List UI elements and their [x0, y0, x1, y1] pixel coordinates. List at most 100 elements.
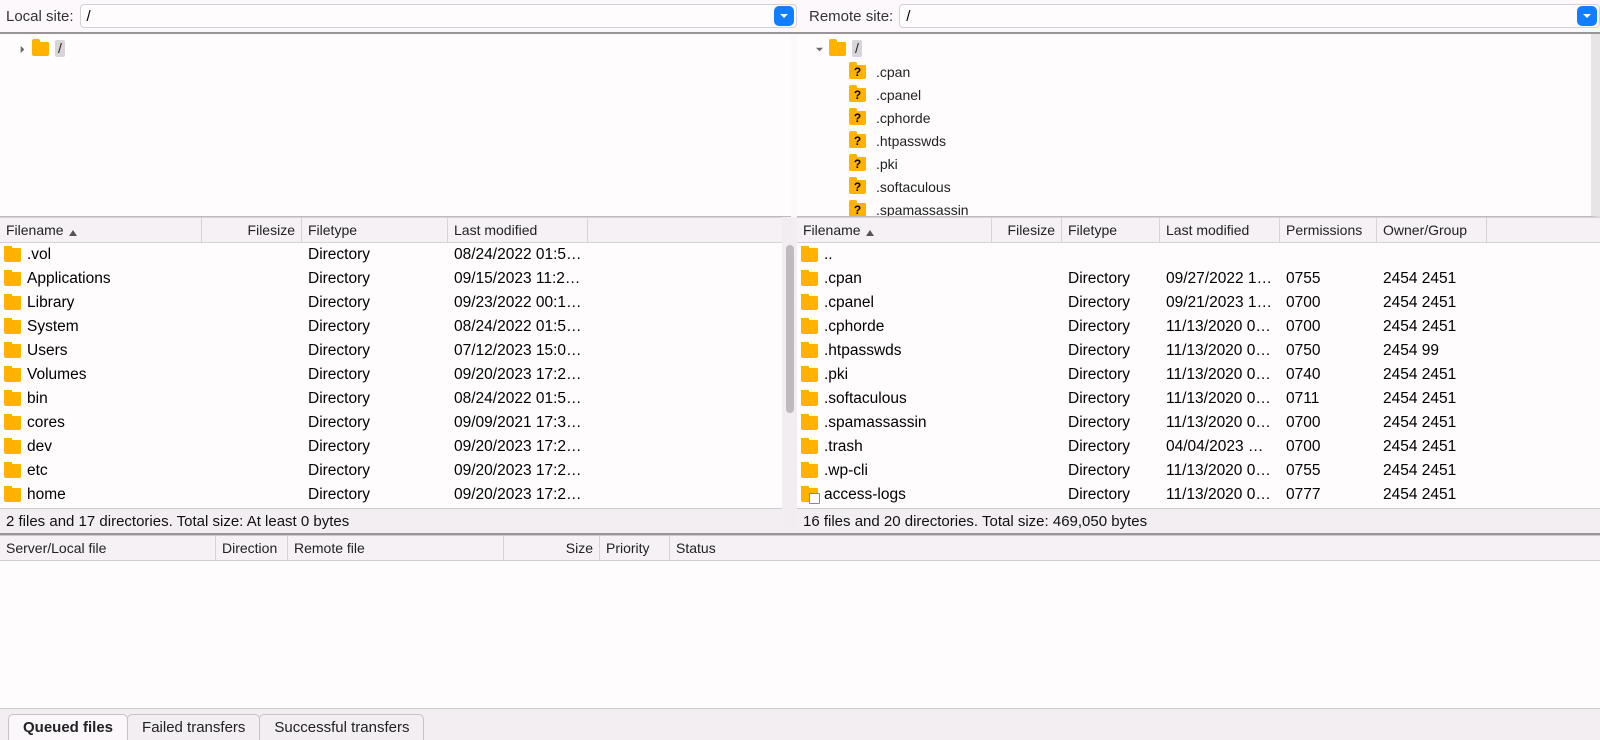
local-tree-pane[interactable]: / [0, 34, 791, 217]
table-row[interactable]: VolumesDirectory09/20/2023 17:2… [0, 363, 797, 387]
local-tree-root-label: / [55, 40, 65, 57]
local-path-label: Local site: [6, 8, 74, 25]
file-type: Directory [1062, 486, 1160, 504]
remote-col-owner[interactable]: Owner/Group [1377, 218, 1487, 242]
folder-icon [4, 488, 21, 502]
tree-item-label: .pki [876, 156, 898, 172]
remote-tree-item[interactable]: .pki [807, 152, 1585, 175]
remote-file-rows[interactable]: .. .cpanDirectory09/27/2022 1…07552454 24… [797, 243, 1600, 508]
folder-icon [801, 296, 818, 310]
table-row[interactable]: .wp-cliDirectory11/13/2020 0…07552454 24… [797, 459, 1600, 483]
file-type: Directory [1062, 438, 1160, 456]
table-row[interactable]: .volDirectory08/24/2022 01:5… [0, 243, 797, 267]
remote-tree-root[interactable]: / [807, 37, 1585, 60]
folder-icon [4, 248, 21, 262]
table-row[interactable]: SystemDirectory08/24/2022 01:5… [0, 315, 797, 339]
local-path-dropdown-button[interactable] [774, 6, 794, 26]
queue-col-remote[interactable]: Remote file [288, 536, 504, 560]
local-list-scrollbar[interactable] [782, 217, 797, 533]
queue-col-priority[interactable]: Priority [600, 536, 670, 560]
queue-body[interactable] [0, 561, 1600, 708]
tab-queued-files[interactable]: Queued files [8, 714, 128, 740]
local-tree-root[interactable]: / [10, 37, 785, 60]
table-row[interactable]: ApplicationsDirectory09/15/2023 11:2… [0, 267, 797, 291]
table-row[interactable]: binDirectory08/24/2022 01:5… [0, 387, 797, 411]
local-path-combo[interactable]: / [80, 4, 797, 28]
file-permissions: 0700 [1280, 414, 1377, 432]
file-permissions: 0750 [1280, 342, 1377, 360]
table-row[interactable]: UsersDirectory07/12/2023 15:0… [0, 339, 797, 363]
folder-icon [4, 368, 21, 382]
file-type: Directory [302, 486, 448, 504]
table-row[interactable]: .cphordeDirectory11/13/2020 0…07002454 2… [797, 315, 1600, 339]
table-row[interactable]: devDirectory09/20/2023 17:2… [0, 435, 797, 459]
local-col-filesize[interactable]: Filesize [202, 218, 302, 242]
remote-path-combo[interactable]: / [899, 4, 1600, 28]
tab-failed-transfers[interactable]: Failed transfers [127, 714, 260, 740]
table-row[interactable]: access-logsDirectory11/13/2020 0…0777245… [797, 483, 1600, 507]
table-row[interactable]: homeDirectory09/20/2023 17:2… [0, 483, 797, 507]
col-label: Last modified [1166, 222, 1249, 238]
file-modified: 09/20/2023 17:2… [448, 366, 588, 384]
col-label: Filename [6, 222, 64, 238]
file-type: Directory [1062, 318, 1160, 336]
file-name: home [27, 486, 66, 504]
table-row[interactable]: LibraryDirectory09/23/2022 00:1… [0, 291, 797, 315]
remote-path-dropdown-button[interactable] [1577, 6, 1597, 26]
remote-tree-item[interactable]: .cpan [807, 60, 1585, 83]
remote-tree-scrollbar[interactable] [1591, 34, 1600, 216]
table-row[interactable]: .softaculousDirectory11/13/2020 0…071124… [797, 387, 1600, 411]
remote-tree-item[interactable]: .softaculous [807, 175, 1585, 198]
file-permissions: 0755 [1280, 462, 1377, 480]
tab-successful-transfers[interactable]: Successful transfers [259, 714, 424, 740]
file-modified: 09/20/2023 17:2… [448, 462, 588, 480]
remote-col-filesize[interactable]: Filesize [992, 218, 1062, 242]
chevron-down-icon[interactable] [813, 41, 825, 57]
queue-tabs: Queued files Failed transfers Successful… [0, 708, 1600, 740]
local-col-filename[interactable]: Filename [0, 218, 202, 242]
file-name: .cpanel [824, 294, 874, 312]
chevron-right-icon[interactable] [16, 41, 28, 57]
remote-col-modified[interactable]: Last modified [1160, 218, 1280, 242]
remote-tree-pane[interactable]: / .cpan.cpanel.cphorde.htpasswds .pki .soft… [797, 34, 1600, 217]
file-name: cores [27, 414, 65, 432]
file-name: .. [824, 246, 833, 264]
file-modified: 07/12/2023 15:0… [448, 342, 588, 360]
remote-col-permissions[interactable]: Permissions [1280, 218, 1377, 242]
remote-col-filetype[interactable]: Filetype [1062, 218, 1160, 242]
file-permissions: 0755 [1280, 270, 1377, 288]
remote-tree-item[interactable]: .spamassassin [807, 198, 1585, 217]
file-modified: 09/27/2022 1… [1160, 270, 1280, 288]
local-file-rows[interactable]: .volDirectory08/24/2022 01:5…Application… [0, 243, 797, 508]
folder-icon [801, 320, 818, 334]
table-row[interactable]: .trashDirectory04/04/2023 …07002454 2451 [797, 435, 1600, 459]
col-label: Remote file [294, 540, 365, 556]
table-row[interactable]: .cpanelDirectory09/21/2023 1…07002454 24… [797, 291, 1600, 315]
file-modified: 09/15/2023 11:2… [448, 270, 588, 288]
queue-col-file[interactable]: Server/Local file [0, 536, 216, 560]
remote-tree-root-label: / [852, 40, 862, 57]
file-modified: 11/13/2020 0… [1160, 414, 1280, 432]
queue-col-direction[interactable]: Direction [216, 536, 288, 560]
table-row[interactable]: .spamassassinDirectory11/13/2020 0…07002… [797, 411, 1600, 435]
queue-col-status[interactable]: Status [670, 536, 1600, 560]
remote-tree-item[interactable]: .cpanel [807, 83, 1585, 106]
filezilla-app: Local site: / Remote site: / [0, 0, 1600, 740]
file-modified: 11/13/2020 0… [1160, 342, 1280, 360]
file-name: .wp-cli [824, 462, 868, 480]
table-row[interactable]: etcDirectory09/20/2023 17:2… [0, 459, 797, 483]
col-label: Filesize [1008, 222, 1055, 238]
remote-tree-item[interactable]: .htpasswds [807, 129, 1585, 152]
local-col-modified[interactable]: Last modified [448, 218, 588, 242]
tab-label: Successful transfers [274, 719, 409, 736]
queue-col-size[interactable]: Size [504, 536, 600, 560]
table-row[interactable]: .cpanDirectory09/27/2022 1…07552454 2451 [797, 267, 1600, 291]
table-row[interactable]: .. [797, 243, 1600, 267]
local-col-filetype[interactable]: Filetype [302, 218, 448, 242]
table-row[interactable]: .pkiDirectory11/13/2020 0…07402454 2451 [797, 363, 1600, 387]
table-row[interactable]: .htpasswdsDirectory11/13/2020 0…07502454… [797, 339, 1600, 363]
table-row[interactable]: coresDirectory09/09/2021 17:3… [0, 411, 797, 435]
remote-tree-item[interactable]: .cphorde [807, 106, 1585, 129]
remote-col-filename[interactable]: Filename [797, 218, 992, 242]
file-name: access-logs [824, 486, 906, 504]
